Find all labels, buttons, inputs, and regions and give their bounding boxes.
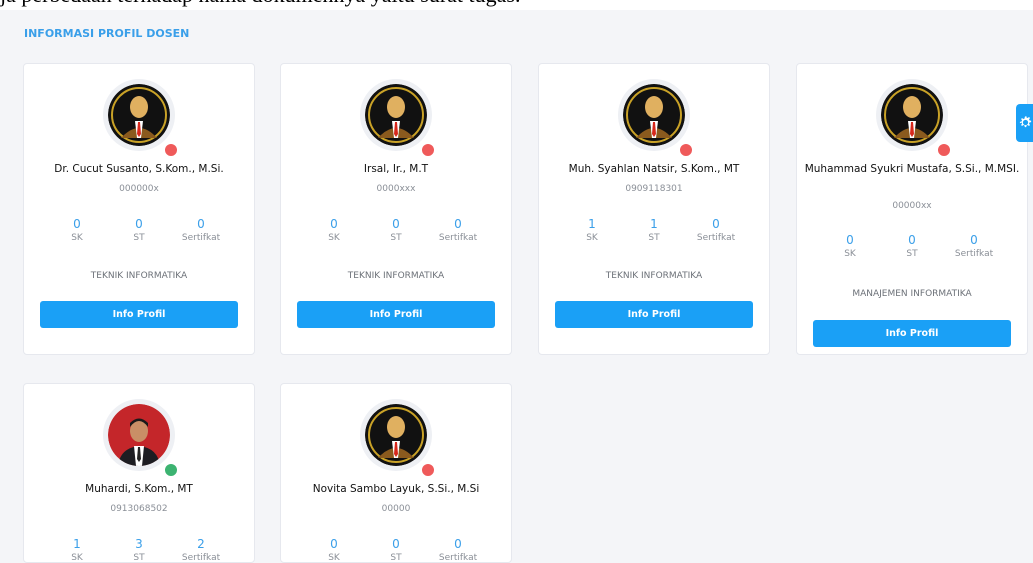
user-silhouette-icon	[365, 404, 427, 466]
user-silhouette-icon	[365, 84, 427, 146]
study-program: TEKNIK INFORMATIKA	[90, 271, 188, 281]
lecturer-card: Irsal, Ir., M.T 0000xxx 0 SK 0 ST 0 Sertifk…	[280, 63, 512, 355]
stat-sk: 1 SK	[586, 217, 598, 243]
lecturer-nip: 000000x	[119, 184, 159, 194]
lecturer-nip: 00000	[381, 504, 411, 514]
lecturer-name: Irsal, Ir., M.T	[363, 163, 429, 175]
avatar	[103, 79, 178, 157]
stats-row: 0 SK 0 ST 0 Sertifkat	[46, 216, 232, 243]
stat-sk: 0 SK	[71, 217, 83, 243]
lecturer-nip: 00000xx	[892, 201, 932, 211]
info-profil-button[interactable]: Info Profil	[40, 301, 238, 328]
stat-sk: 0 SK	[328, 537, 340, 563]
lecturer-name: Muhardi, S.Kom., MT	[85, 483, 193, 495]
section-title: INFORMASI PROFIL DOSEN	[24, 27, 190, 40]
stat-sertifikat: 2 Sertifkat	[181, 537, 221, 563]
stat-st: 0 ST	[906, 233, 918, 259]
user-silhouette-icon	[623, 84, 685, 146]
status-indicator	[421, 143, 435, 157]
stats-row: 0 SK 0 ST 0 Sertifkat	[819, 232, 1005, 259]
lecturer-card: Novita Sambo Layuk, S.Si., M.Si 00000 0S…	[280, 383, 512, 563]
user-silhouette-icon	[108, 84, 170, 146]
status-indicator	[164, 143, 178, 157]
lecturer-card: Muhardi, S.Kom., MT 0913068502 1 SK 3 ST 2…	[23, 383, 255, 563]
stat-st: 0 ST	[390, 217, 402, 243]
stat-sk: 0 SK	[844, 233, 856, 259]
info-profil-button[interactable]: Info Profil	[813, 320, 1011, 347]
lecturer-name: Novita Sambo Layuk, S.Si., M.Si	[312, 483, 480, 495]
stat-st: 3 ST	[133, 537, 145, 563]
stats-row: 1 SK 3 ST 2 Sertifkat	[46, 536, 232, 563]
stat-sertifikat: 0 Sertifkat	[954, 233, 994, 259]
lecturer-nip: 0909118301	[625, 184, 683, 194]
avatar	[103, 399, 178, 477]
info-profil-button[interactable]: Info Profil	[297, 301, 495, 328]
lecturer-nip: 0913068502	[110, 504, 168, 514]
info-profil-button[interactable]: Info Profil	[555, 301, 753, 328]
status-indicator	[164, 463, 178, 477]
stat-sertifikat: 0 Sertifkat	[181, 217, 221, 243]
lecturer-card: Muhammad Syukri Mustafa, S.Si., M.MSI. 0…	[796, 63, 1028, 355]
stat-sk: 1 SK	[71, 537, 83, 563]
study-program: TEKNIK INFORMATIKA	[605, 271, 703, 281]
avatar	[876, 79, 951, 157]
status-indicator	[937, 143, 951, 157]
stats-row: 0 SK 0 ST 0 Sertifkat	[303, 216, 489, 243]
stat-sertifikat: 0 Sertifkat	[696, 217, 736, 243]
lecturer-name: Muhammad Syukri Mustafa, S.Si., M.MSI.	[804, 163, 1020, 175]
stat-st: 0 ST	[133, 217, 145, 243]
lecturer-nip: 0000xxx	[376, 184, 416, 194]
lecturer-card: Dr. Cucut Susanto, S.Kom., M.Si. 000000x…	[23, 63, 255, 355]
stat-sertifikat: 0 Sertifkat	[438, 537, 478, 563]
status-indicator	[421, 463, 435, 477]
stat-sk: 0 SK	[328, 217, 340, 243]
study-program: MANAJEMEN INFORMATIKA	[852, 289, 972, 299]
stat-st: 1 ST	[648, 217, 660, 243]
stat-sertifikat: 0 Sertifkat	[438, 217, 478, 243]
stats-row: 0 SK 0 ST 0 Sertifkat	[303, 536, 489, 563]
study-program: TEKNIK INFORMATIKA	[347, 271, 445, 281]
settings-tab[interactable]	[1016, 104, 1033, 142]
user-photo-icon	[108, 404, 170, 466]
gear-icon	[1019, 115, 1032, 128]
lecturer-card: Muh. Syahlan Natsir, S.Kom., MT 09091183…	[538, 63, 770, 355]
avatar	[618, 79, 693, 157]
lecturer-name: Dr. Cucut Susanto, S.Kom., M.Si.	[54, 163, 224, 175]
avatar	[360, 399, 435, 477]
stats-row: 1 SK 1 ST 0 Sertifkat	[561, 216, 747, 243]
lecturer-name: Muh. Syahlan Natsir, S.Kom., MT	[568, 163, 740, 175]
stat-st: 0 ST	[390, 537, 402, 563]
document-text-fragment: ja perbedaan terhadap nama dokumennya ya…	[0, 0, 1033, 10]
user-silhouette-icon	[881, 84, 943, 146]
avatar	[360, 79, 435, 157]
status-indicator	[679, 143, 693, 157]
